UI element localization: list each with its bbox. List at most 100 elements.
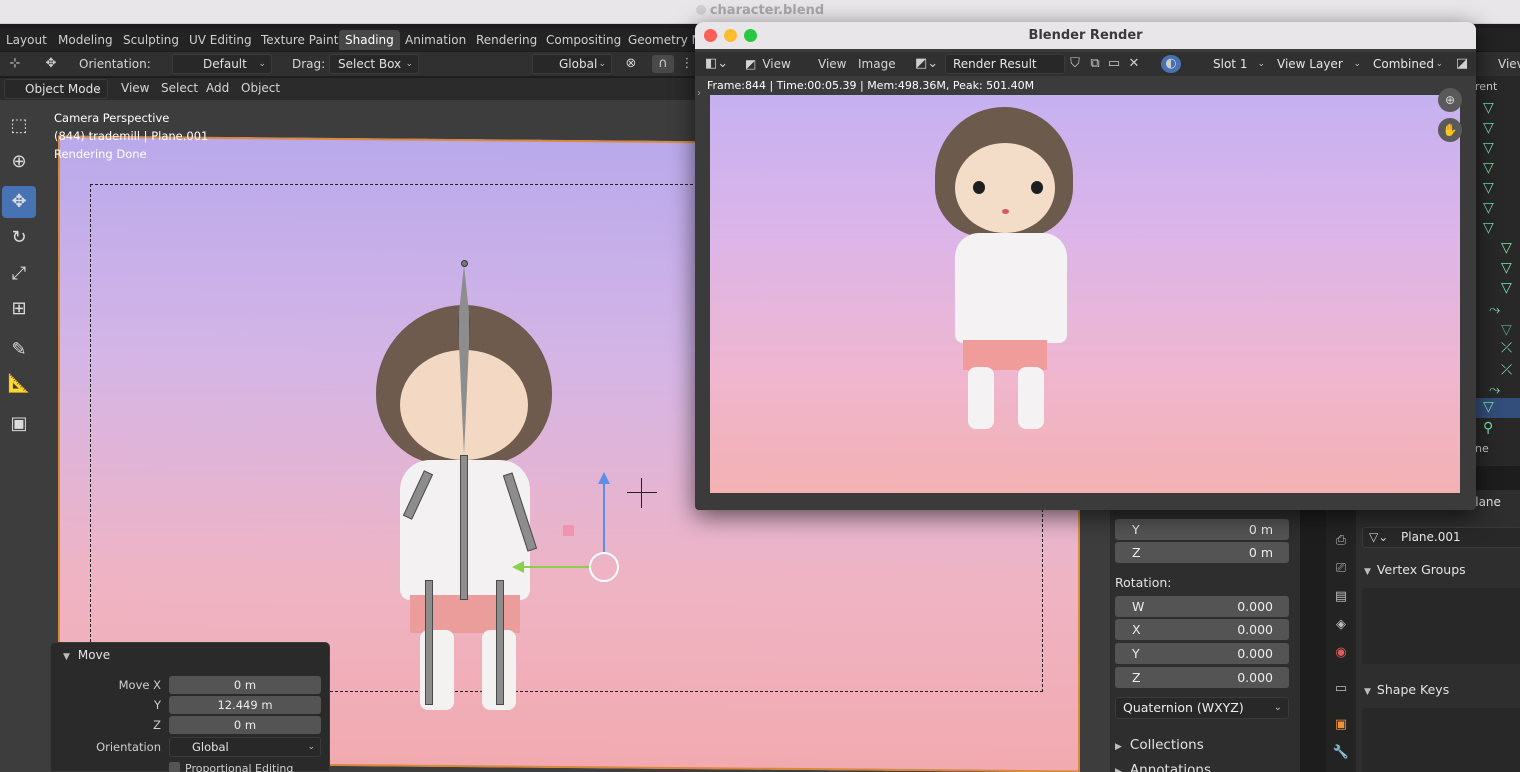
tab-uv-editing[interactable]: UV Editing [183,30,258,50]
bone-icon[interactable]: ⤫ [1501,340,1512,356]
move-x-field[interactable]: 0 m [169,676,321,694]
collections-section[interactable]: ▶ Collections [1115,737,1204,753]
tool-settings-icon[interactable]: ⊹ [4,55,26,73]
rotation-mode-dropdown[interactable]: Quaternion (WXYZ) ⌄ [1115,697,1289,719]
armature-leg-right-bone[interactable] [496,580,504,705]
modifier-properties-icon[interactable]: 🔧 [1330,742,1352,764]
mesh-icon[interactable]: ▽ [1501,240,1512,256]
light-object-marker[interactable] [563,525,574,536]
tab-modeling[interactable]: Modeling [52,30,119,50]
display-channels-icon[interactable]: ◐ [1161,55,1181,73]
outliner[interactable]: rent ▽ ▽ ▽ ▽ ▽ ▽ ▽ ▽ ▽ ▽ ⤳ ▽ ⤫ ⤫ ⤳ ▽ ⚲ n… [1475,76,1520,466]
view-mode-dropdown[interactable]: ◩ View [745,57,791,71]
mesh-icon[interactable]: ▽ [1483,200,1494,216]
output-properties-icon[interactable]: ⎚ [1330,558,1352,580]
mesh-icon[interactable]: ▽ [1483,160,1494,176]
drag-dropdown[interactable]: Select Box ⌄ [329,54,419,74]
transform-pivot-icon[interactable]: ✥ [40,55,62,73]
move-gizmo-z-axis[interactable] [603,478,605,553]
rotation-w-field[interactable]: W 0.000 [1115,596,1289,617]
pivot-point-icon[interactable]: ⊗ [620,55,642,73]
world-properties-icon[interactable]: ◉ [1330,642,1352,664]
move-gizmo-z-arrow[interactable] [598,472,610,484]
proportional-editing-checkbox[interactable]: Proportional Editing [169,762,293,772]
annotate-icon[interactable]: ✎ [2,334,36,366]
armature-head-joint[interactable] [461,260,468,267]
view-menu-right[interactable]: Viev [1498,57,1520,71]
move-gizmo-y-axis[interactable] [520,566,590,568]
rotation-y-field[interactable]: Y 0.000 [1115,643,1289,664]
rotate-icon[interactable]: ↻ [2,222,36,254]
armature-icon[interactable]: ⤳ [1489,302,1500,318]
cursor-icon[interactable]: ⊕ [2,146,36,178]
light-icon[interactable]: ⚲ [1483,420,1493,436]
open-image-icon[interactable]: ▭ [1103,55,1125,73]
mesh-icon[interactable]: ▽ [1483,180,1494,196]
unlink-image-icon[interactable]: ✕ [1123,55,1145,73]
add-cube-icon[interactable]: ▣ [2,408,36,440]
menu-object[interactable]: Object [241,81,280,95]
scale-icon[interactable]: ⤢ [2,258,36,290]
pan-hand-icon[interactable]: ✋ [1438,118,1462,142]
outliner-selected-row[interactable]: ▽ [1475,398,1520,418]
tab-shading[interactable]: Shading [339,30,400,50]
render-pass-dropdown[interactable]: Combined ⌄ [1367,54,1447,74]
tab-texture-paint[interactable]: Texture Paint [255,30,344,50]
snap-icon[interactable]: ∩ [652,55,674,73]
display-mode-icon[interactable]: ◪ [1451,55,1473,73]
object-name-field[interactable]: ▽⌄ Plane.001 [1362,527,1520,548]
vertex-groups-section[interactable]: ▼ Vertex Groups [1364,562,1466,577]
menu-select[interactable]: Select [161,81,198,95]
move-orientation-dropdown[interactable]: Global ⌄ [169,737,321,757]
mesh-icon[interactable]: ▽ [1501,322,1512,338]
move-panel-header[interactable]: ▼ Move [63,648,110,662]
mesh-icon[interactable]: ▽ [1483,140,1494,156]
editor-type-icon[interactable]: ◧⌄ [705,55,728,73]
armature-leg-left-bone[interactable] [425,580,433,705]
view-layer-icon[interactable]: ▤ [1330,586,1352,608]
zoom-icon[interactable]: ⊕ [1438,88,1462,112]
menu-add[interactable]: Add [206,81,229,95]
shape-keys-section[interactable]: ▼ Shape Keys [1364,682,1449,697]
move-gizmo-y-arrow[interactable] [512,561,524,573]
shape-keys-list[interactable] [1362,708,1520,772]
mesh-icon[interactable]: ▽ [1483,220,1494,236]
slot-dropdown[interactable]: Slot 1 ⌄ [1207,54,1269,74]
transform-orientation-dropdown[interactable]: Global ⌄ [532,54,612,74]
select-box-icon[interactable]: ⬚ [2,110,36,142]
location-z-field[interactable]: Z 0 m [1115,542,1289,563]
rotation-z-field[interactable]: Z 0.000 [1115,667,1289,688]
measure-icon[interactable]: 📐 [2,368,36,400]
tab-layout[interactable]: Layout [0,30,53,50]
scene-properties-icon[interactable]: ◈ [1330,614,1352,636]
rotation-x-field[interactable]: X 0.000 [1115,619,1289,640]
bone-icon[interactable]: ⤫ [1501,362,1512,378]
menu-view[interactable]: View [818,57,846,71]
image-name-field[interactable]: Render Result [945,54,1065,74]
move-gizmo-center[interactable] [589,552,619,582]
object-properties-icon[interactable]: ▣ [1330,714,1352,736]
collection-properties-icon[interactable]: ▭ [1330,678,1352,700]
fake-user-icon[interactable]: ⛉ [1064,55,1086,73]
view-layer-dropdown[interactable]: View Layer ⌄ [1271,54,1365,74]
move-icon[interactable]: ✥ [2,186,36,218]
tab-animation[interactable]: Animation [399,30,472,50]
armature-torso-bone[interactable] [460,455,468,600]
vertex-groups-list[interactable] [1362,588,1520,664]
move-z-field[interactable]: 0 m [169,716,321,734]
move-y-field[interactable]: 12.449 m [169,696,321,714]
tab-compositing[interactable]: Compositing [540,30,627,50]
orientation-dropdown[interactable]: Default ⌄ [172,54,272,74]
image-browse-icon[interactable]: ◩⌄ [915,55,938,73]
object-mode-dropdown[interactable]: Object Mode ⌄ [4,79,108,99]
tab-rendering[interactable]: Rendering [470,30,543,50]
tab-sculpting[interactable]: Sculpting [117,30,185,50]
mesh-icon[interactable]: ▽ [1483,100,1494,116]
mesh-icon[interactable]: ▽ [1501,260,1512,276]
sidebar-toggle-icon[interactable]: › [697,88,701,99]
annotations-section[interactable]: ▶ Annotations [1115,762,1211,772]
mesh-icon[interactable]: ▽ [1483,120,1494,136]
transform-icon[interactable]: ⊞ [2,293,36,325]
menu-image[interactable]: Image [858,57,896,71]
render-window-titlebar[interactable]: Blender Render [695,22,1476,49]
